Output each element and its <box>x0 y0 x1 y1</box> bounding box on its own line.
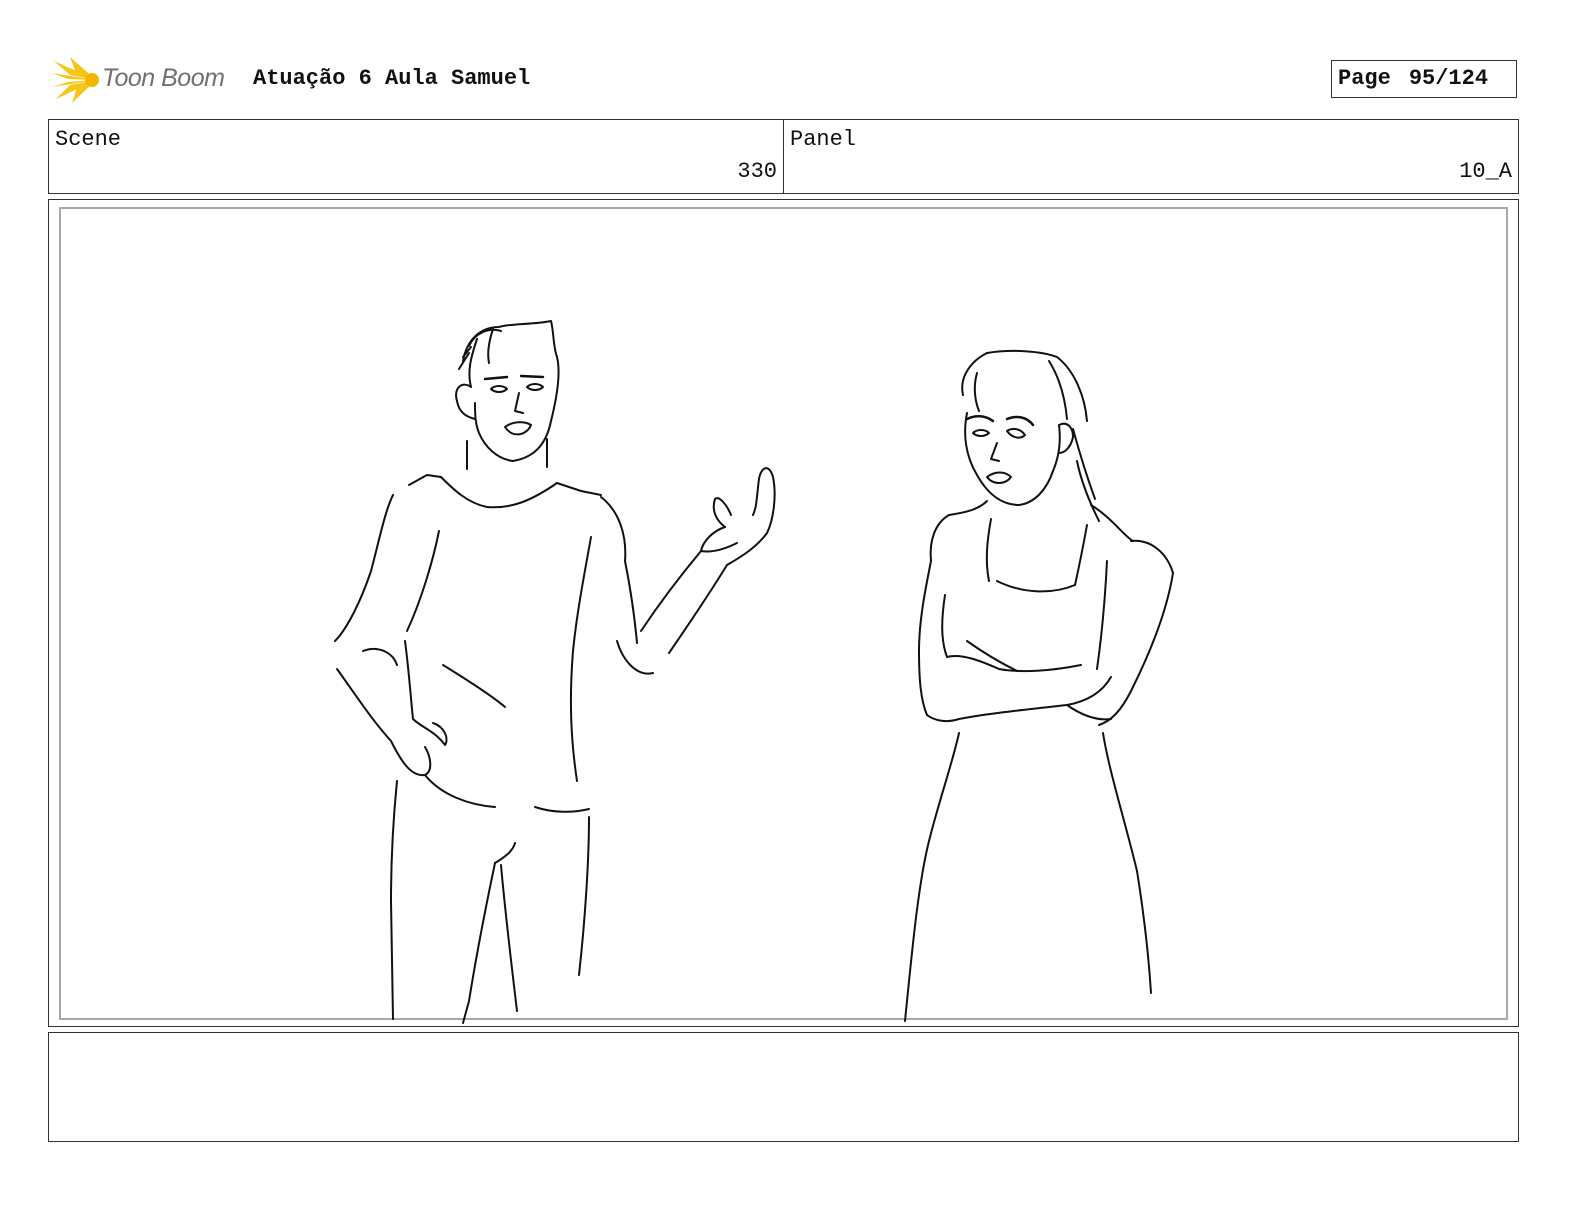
page-label: Page <box>1338 66 1391 91</box>
caption-box <box>48 1032 1519 1142</box>
page-indicator: Page 95/124 <box>1331 60 1517 98</box>
man-figure <box>334 320 776 1024</box>
woman-figure <box>904 349 1174 1022</box>
panel-value: 10_A <box>1459 159 1512 184</box>
panel-cell: Panel 10_A <box>784 120 1518 193</box>
scene-cell: Scene 330 <box>49 120 784 193</box>
storyboard-sketch <box>334 320 1174 1024</box>
scene-panel-info: Scene 330 Panel 10_A <box>48 119 1519 194</box>
panel-drawing-frame <box>48 199 1519 1027</box>
toon-boom-burst-icon <box>52 57 99 103</box>
scene-value: 330 <box>737 159 777 184</box>
panel-label: Panel <box>790 127 857 152</box>
scene-label: Scene <box>55 127 122 152</box>
page-number: 95/124 <box>1408 66 1489 91</box>
page-header: Toon Boom Atuação 6 Aula Samuel Page 95/1… <box>50 55 1540 105</box>
toon-boom-logo: Toon Boom <box>50 55 240 105</box>
logo-text: Toon Boom <box>102 64 225 92</box>
project-title: Atuação 6 Aula Samuel <box>253 66 531 91</box>
